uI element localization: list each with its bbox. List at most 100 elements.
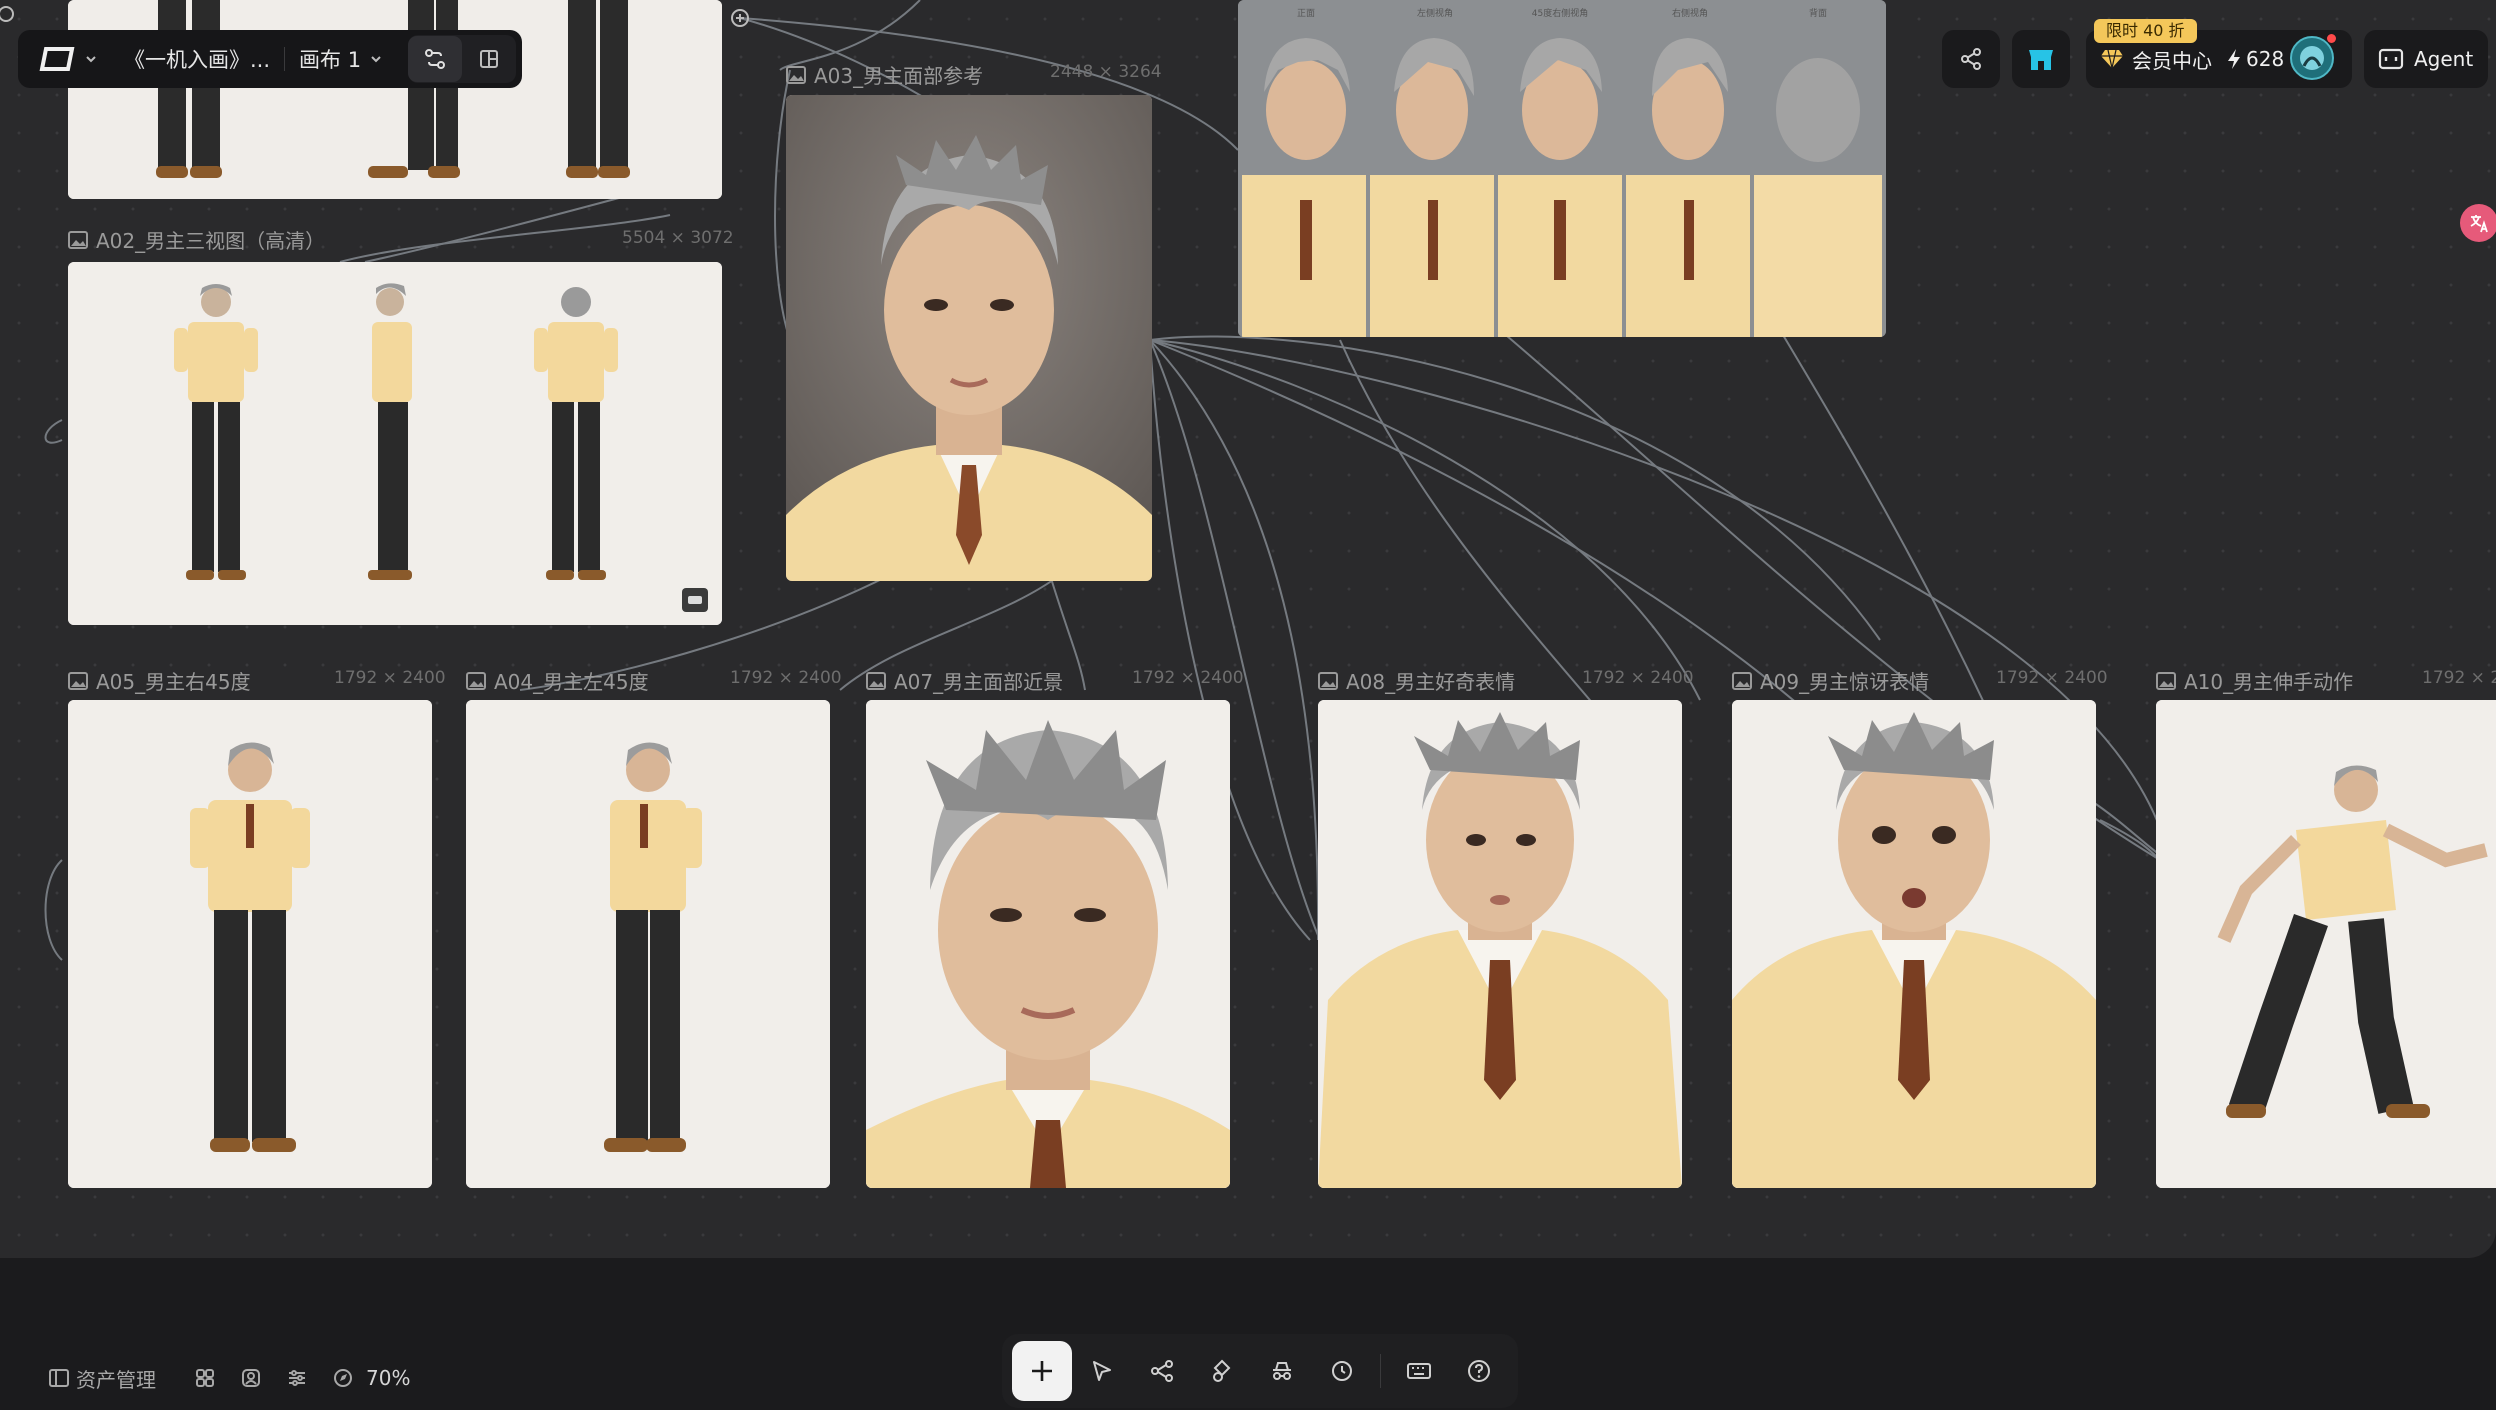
full-body-image — [466, 700, 830, 1188]
node-title: A10_男主伸手动作 — [2184, 670, 2354, 694]
divider — [284, 47, 286, 71]
node-title: A07_男主面部近景 — [894, 670, 1064, 694]
node-title: A03_男主面部参考 — [814, 64, 984, 88]
node-label-a05: A05_男主右45度 — [68, 666, 251, 695]
help-icon — [1468, 1360, 1490, 1382]
image-card-a07[interactable] — [866, 700, 1230, 1188]
canvas[interactable]: A02_男主三视图（高清） 5504 × 3072 A03_男主面部参考 244… — [0, 0, 2496, 1258]
top-left-toolbar: 《一机入画》... 画布 1 — [18, 30, 522, 88]
node-label-a08: A08_男主好奇表情 — [1318, 666, 1515, 695]
node-dims: 1792 × 2400 — [1582, 668, 1694, 688]
sheet-caption: 左侧视角 — [1417, 7, 1453, 19]
shapes-tool-button[interactable] — [1192, 1341, 1252, 1401]
curious-expression-image — [1318, 700, 1682, 1188]
image-icon — [2156, 671, 2176, 690]
node-label-a07: A07_男主面部近景 — [866, 666, 1063, 695]
connect-mode-button[interactable] — [408, 36, 462, 82]
image-card-a03[interactable] — [786, 95, 1152, 581]
bolt-icon — [2228, 49, 2240, 69]
compass-icon — [334, 1369, 352, 1387]
node-label-a02: A02_男主三视图（高清） — [68, 225, 325, 254]
avatar[interactable] — [2290, 34, 2336, 80]
image-card-a02[interactable] — [68, 262, 722, 625]
node-title: A08_男主好奇表情 — [1346, 670, 1516, 694]
shortcuts-button[interactable] — [1389, 1341, 1449, 1401]
agent-icon — [2378, 48, 2404, 70]
chevron-down-icon[interactable] — [369, 52, 383, 66]
fit-view-button[interactable] — [328, 1363, 358, 1393]
image-card-a05[interactable] — [68, 700, 432, 1188]
store-button[interactable] — [2012, 30, 2070, 88]
image-icon — [1732, 671, 1752, 690]
node-dims: 1792 × 2400 — [1996, 668, 2108, 688]
node-label-a10: A10_男主伸手动作 — [2156, 666, 2353, 695]
select-tool-button[interactable] — [1072, 1341, 1132, 1401]
image-card-a09[interactable] — [1732, 700, 2096, 1188]
person-icon — [242, 1369, 260, 1387]
grid-icon — [196, 1369, 214, 1387]
sheet-caption: 背面 — [1809, 7, 1827, 19]
node-title: A05_男主右45度 — [96, 670, 251, 694]
project-title[interactable]: 《一机入画》... — [124, 44, 270, 74]
node-dims: 1792 × 2400 — [2422, 668, 2496, 688]
member-center-label: 会员中心 — [2132, 48, 2212, 73]
sheet-caption: 45度右侧视角 — [1532, 7, 1588, 19]
chevron-down-icon[interactable] — [84, 52, 98, 66]
image-icon — [866, 671, 886, 690]
node-dims: 5504 × 3072 — [622, 228, 734, 248]
canvas-name[interactable]: 画布 1 — [299, 44, 361, 74]
face-portrait-image — [786, 95, 1152, 581]
image-icon — [68, 671, 88, 690]
agent-button[interactable]: Agent — [2364, 30, 2488, 88]
add-node-button[interactable] — [1012, 1341, 1072, 1401]
node-label-a09: A09_男主惊讶表情 — [1732, 666, 1929, 695]
image-card-a04[interactable] — [466, 700, 830, 1188]
promo-badge[interactable]: 限时 40 折 — [2094, 19, 2197, 43]
incognito-tool-button[interactable] — [1252, 1341, 1312, 1401]
credits-count: 628 — [2246, 47, 2285, 71]
incognito-icon — [1273, 1362, 1291, 1380]
assets-toggle-button[interactable] — [44, 1363, 74, 1393]
sidebar-panel-icon — [49, 1369, 69, 1387]
view-toggle — [408, 35, 516, 83]
zoom-level[interactable]: 70% — [366, 1366, 410, 1390]
assets-label[interactable]: 资产管理 — [76, 1364, 156, 1393]
avatar-image — [2290, 36, 2334, 80]
workflow-tool-button[interactable] — [1132, 1341, 1192, 1401]
help-button[interactable] — [1449, 1341, 1509, 1401]
image-card-head-turnaround[interactable]: 正面 左侧视角 45度右侧视角 右侧视角 背面 — [1238, 0, 1886, 337]
shapes-icon — [1213, 1359, 1231, 1382]
image-card-a10[interactable] — [2156, 700, 2496, 1188]
bottom-left-bar: 资产管理 70% — [44, 1360, 410, 1396]
share-button[interactable] — [1942, 30, 2000, 88]
translate-icon[interactable] — [2460, 204, 2496, 242]
node-title: A02_男主三视图（高清） — [96, 229, 326, 253]
image-card-a08[interactable] — [1318, 700, 1682, 1188]
connect-icon — [425, 49, 445, 69]
image-icon — [466, 671, 486, 690]
face-closeup-image — [866, 700, 1230, 1188]
full-body-image — [68, 700, 432, 1188]
bottom-dock — [1002, 1334, 1518, 1408]
node-label-a03: A03_男主面部参考 — [786, 60, 983, 89]
sheet-caption: 正面 — [1297, 8, 1315, 19]
reaching-action-image — [2156, 700, 2496, 1188]
sheet-caption: 右侧视角 — [1672, 7, 1708, 19]
settings-button[interactable] — [282, 1363, 312, 1393]
surprised-expression-image — [1732, 700, 2096, 1188]
image-icon — [68, 230, 88, 249]
node-dims: 1792 × 2400 — [334, 668, 446, 688]
history-tool-button[interactable] — [1312, 1341, 1372, 1401]
diamond-icon — [2101, 49, 2123, 69]
dock-divider — [1380, 1354, 1381, 1388]
character-button[interactable] — [236, 1363, 266, 1393]
layout-mode-button[interactable] — [462, 36, 516, 82]
node-dims: 2448 × 3264 — [1050, 62, 1162, 82]
grid-view-button[interactable] — [190, 1363, 220, 1393]
translate-glyph — [2470, 215, 2488, 233]
plus-icon — [1032, 1361, 1052, 1381]
app-logo-icon[interactable] — [38, 43, 78, 75]
notification-dot — [2327, 34, 2336, 43]
node-label-a04: A04_男主左45度 — [466, 666, 649, 695]
node-title: A04_男主左45度 — [494, 670, 649, 694]
